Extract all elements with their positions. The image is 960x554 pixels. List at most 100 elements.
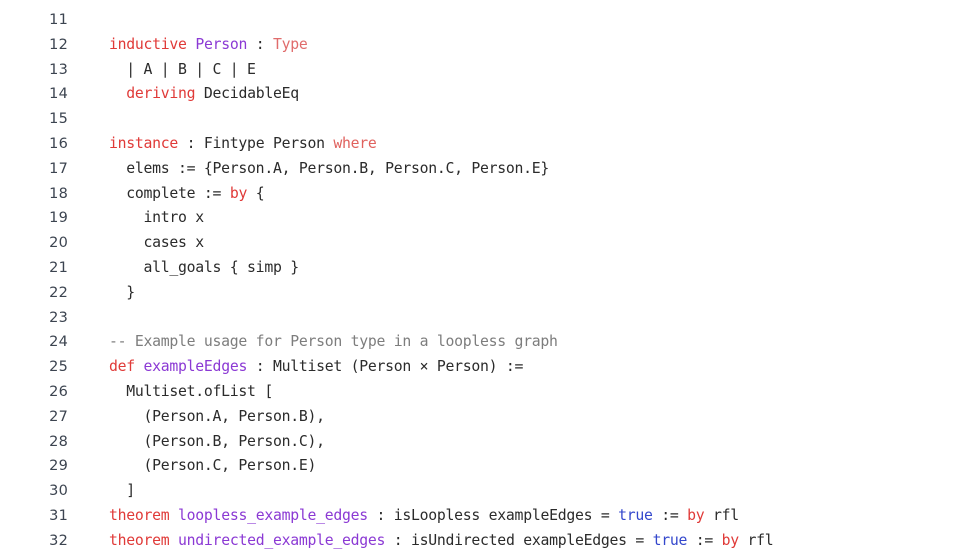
code-token: : Fintype Person: [178, 134, 334, 152]
code-line[interactable]: 12 inductive Person : Type: [0, 33, 960, 58]
code-line[interactable]: 25 def exampleEdges : Multiset (Person × …: [0, 355, 960, 380]
code-token: true: [618, 506, 653, 524]
code-line[interactable]: 23​: [0, 306, 960, 331]
code-line-content[interactable]: (Person.B, Person.C),: [68, 430, 960, 455]
code-token: intro x: [109, 209, 205, 227]
line-number: 14: [49, 86, 68, 103]
code-token: : isLoopless exampleEdges =: [367, 506, 619, 524]
code-line-content[interactable]: theorem undirected_example_edges : isUnd…: [68, 529, 960, 554]
code-line-content[interactable]: ​: [68, 306, 960, 331]
code-line[interactable]: 19 intro x: [0, 206, 960, 231]
code-token: by: [229, 184, 248, 202]
code-token: theorem: [109, 506, 170, 524]
code-token: (Person.A, Person.B),: [109, 407, 325, 425]
code-token: cases x: [109, 234, 205, 252]
code-token: inductive: [109, 35, 187, 53]
line-number: 20: [49, 235, 68, 252]
code-line-content[interactable]: all_goals { simp }: [68, 256, 960, 281]
code-line-content[interactable]: intro x: [68, 206, 960, 231]
line-number: 32: [49, 532, 68, 549]
code-line[interactable]: 22 }: [0, 281, 960, 306]
code-line-content[interactable]: -- Example usage for Person type in a lo…: [68, 330, 960, 355]
line-number: 17: [49, 160, 68, 177]
code-line[interactable]: 14 deriving DecidableEq: [0, 82, 960, 107]
line-number: 16: [49, 135, 68, 152]
code-token: (Person.B, Person.C),: [109, 432, 325, 450]
code-token: {: [247, 184, 265, 202]
code-line-content[interactable]: def exampleEdges : Multiset (Person × Pe…: [68, 355, 960, 380]
code-token: loopless_example_edges: [178, 506, 368, 524]
code-line-content[interactable]: Multiset.ofList [: [68, 380, 960, 405]
code-line[interactable]: 30 ]: [0, 479, 960, 504]
code-line[interactable]: 13 | A | B | C | E: [0, 58, 960, 83]
line-number: 25: [49, 359, 68, 376]
code-line-content[interactable]: cases x: [68, 231, 960, 256]
code-token: complete :=: [109, 184, 230, 202]
code-line-content[interactable]: theorem loopless_example_edges : isLoopl…: [68, 504, 960, 529]
code-line-content[interactable]: elems := {Person.A, Person.B, Person.C, …: [68, 157, 960, 182]
code-token: exampleEdges: [143, 358, 248, 376]
code-line-content[interactable]: }: [68, 281, 960, 306]
code-line[interactable]: 21 all_goals { simp }: [0, 256, 960, 281]
code-token: | A | B | C | E: [109, 60, 256, 78]
line-number: 26: [49, 383, 68, 400]
code-line[interactable]: 26 Multiset.ofList [: [0, 380, 960, 405]
code-line[interactable]: 31 theorem loopless_example_edges : isLoo…: [0, 504, 960, 529]
code-token: instance: [109, 134, 179, 152]
code-token: }: [109, 283, 135, 301]
code-line[interactable]: 16 instance : Fintype Person where: [0, 132, 960, 157]
line-number: 18: [49, 185, 68, 202]
code-token: :=: [652, 506, 688, 524]
code-line[interactable]: 11​: [0, 8, 960, 33]
code-line-content[interactable]: ​: [68, 8, 960, 33]
code-token: Person: [195, 35, 248, 53]
code-line-content[interactable]: ​: [68, 107, 960, 132]
code-line[interactable]: 27 (Person.A, Person.B),: [0, 405, 960, 430]
code-token: Multiset.ofList [: [109, 382, 273, 400]
code-token: DecidableEq: [195, 85, 299, 103]
code-line[interactable]: 20 cases x: [0, 231, 960, 256]
code-token: deriving: [126, 85, 196, 103]
code-line[interactable]: 32 theorem undirected_example_edges : isU…: [0, 529, 960, 554]
code-line[interactable]: 29 (Person.C, Person.E): [0, 454, 960, 479]
code-token: Type: [272, 35, 308, 53]
code-line[interactable]: 15​: [0, 107, 960, 132]
line-number: 29: [49, 458, 68, 475]
code-token: -- Example usage for Person type in a lo…: [109, 333, 558, 351]
code-token: rfl: [704, 506, 739, 524]
line-number: 19: [49, 210, 68, 227]
code-token: all_goals { simp }: [109, 258, 300, 276]
code-line[interactable]: 17 elems := {Person.A, Person.B, Person.…: [0, 157, 960, 182]
code-line-content[interactable]: (Person.A, Person.B),: [68, 405, 960, 430]
line-number: 13: [49, 61, 68, 78]
code-line-content[interactable]: deriving DecidableEq: [68, 82, 960, 107]
code-line-content[interactable]: ]: [68, 479, 960, 504]
code-token: by: [687, 506, 705, 524]
code-token: elems := {Person.A, Person.B, Person.C, …: [109, 159, 550, 177]
code-line-content[interactable]: complete := by {: [68, 182, 960, 207]
code-token: theorem: [109, 531, 170, 549]
line-number: 27: [49, 408, 68, 425]
code-token: where: [333, 134, 377, 152]
line-number: 28: [49, 433, 68, 450]
code-line-content[interactable]: instance : Fintype Person where: [68, 132, 960, 157]
line-number: 21: [49, 259, 68, 276]
line-number: 11: [49, 12, 68, 28]
code-line-content[interactable]: (Person.C, Person.E): [68, 454, 960, 479]
code-line[interactable]: 24 -- Example usage for Person type in a …: [0, 330, 960, 355]
code-token: :=: [687, 531, 722, 549]
code-token: : Multiset (Person × Person) :=: [247, 358, 524, 376]
code-line-content[interactable]: | A | B | C | E: [68, 58, 960, 83]
code-line[interactable]: 18 complete := by {: [0, 182, 960, 207]
code-editor-viewport[interactable]: 11​12inductive Person : Type13 | A | B |…: [0, 0, 960, 549]
code-token: def: [109, 358, 135, 376]
code-line[interactable]: 28 (Person.B, Person.C),: [0, 430, 960, 455]
code-line-content[interactable]: inductive Person : Type: [68, 33, 960, 58]
line-number: 30: [49, 483, 68, 500]
code-token: rfl: [738, 531, 774, 549]
code-token: by: [721, 531, 740, 549]
